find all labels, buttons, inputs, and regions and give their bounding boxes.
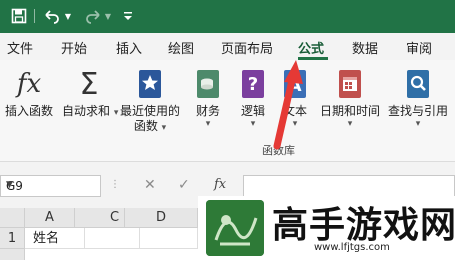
tab-file[interactable]: 文件 [7,38,33,57]
financial-button[interactable]: 财务 ▾ [188,68,228,129]
star-book-icon [118,68,182,100]
customize-icon[interactable] [122,7,134,25]
column-header-b[interactable] [75,208,105,228]
svg-text:A: A [288,76,302,96]
row-header-2[interactable] [0,249,25,260]
logical-label: 逻辑 [240,104,265,118]
cell-c1[interactable] [85,228,140,249]
tab-home[interactable]: 开始 [61,38,87,57]
tab-draw[interactable]: 绘图 [168,38,194,57]
name-box-dropdown-icon[interactable]: ▼ [6,180,95,190]
watermark-url: www.lfjtgs.com [314,242,390,253]
formula-input[interactable] [243,175,455,197]
cell-d1[interactable] [140,228,198,249]
tab-page-layout[interactable]: 页面布局 [221,38,273,57]
watermark-title: 高手游戏网 [272,205,455,246]
search-book-icon [386,68,450,100]
calendar-book-icon [318,68,382,100]
datetime-button[interactable]: 日期和时间 ▾ [318,68,382,129]
watermark-logo [206,200,264,256]
logical-button[interactable]: ? 逻辑 ▾ [234,68,272,129]
redo-icon[interactable] [84,7,102,25]
autosum-button[interactable]: Σ 自动求和 ▾ [62,66,119,119]
text-button[interactable]: A 文本 ▾ [276,68,314,129]
ribbon-tabs: 文件 开始 插入 绘图 页面布局 公式 数据 审阅 [0,33,455,60]
lookup-button[interactable]: 查找与引用 ▾ [386,68,450,129]
logical-dropdown-icon: ▾ [250,119,256,129]
financial-label: 财务 [195,104,220,118]
autosum-label: 自动求和 ▾ [62,104,119,118]
tab-data[interactable]: 数据 [352,38,378,57]
question-book-icon: ? [234,68,272,100]
money-book-icon [188,68,228,100]
title-bar: ▼ ▼ [0,0,455,33]
name-box[interactable]: G9 ▼ [0,175,101,197]
datetime-dropdown-icon: ▾ [347,119,353,129]
enter-icon[interactable]: ✓ [178,177,190,193]
column-header-a[interactable]: A [25,208,75,228]
financial-dropdown-icon: ▾ [205,119,211,129]
text-dropdown-icon: ▾ [292,119,298,129]
svg-text:?: ? [248,74,258,95]
fx-icon: fx [16,69,42,99]
redo-dropdown-icon[interactable]: ▼ [104,7,112,25]
undo-dropdown-icon[interactable]: ▼ [64,7,72,25]
tab-insert[interactable]: 插入 [116,38,142,57]
row-header-1[interactable]: 1 [0,228,25,249]
watermark: 高手游戏网 www.lfjtgs.com [198,196,455,260]
formula-bar-grip-icon: ⋮ [110,179,120,190]
ribbon-panel: fx 插入函数 Σ 自动求和 ▾ 最近使用的 函数 ▾ 财务 ▾ ? 逻辑 ▾ … [0,60,455,162]
recent-functions-label-2: 函数 ▾ [133,119,167,133]
text-label: 文本 [282,104,307,118]
column-header-c[interactable]: C [105,208,125,228]
cell-a1[interactable]: 姓名 [25,228,85,249]
tab-review[interactable]: 审阅 [406,38,432,57]
insert-function-button[interactable]: fx 插入函数 [2,68,56,119]
column-header-d[interactable]: D [125,208,198,228]
sigma-icon: Σ [79,66,99,102]
quick-access-separator [34,9,35,23]
insert-function-fx-icon[interactable]: fx [214,177,226,192]
undo-icon[interactable] [42,7,62,25]
function-library-group-label: 函数库 [262,144,295,157]
text-book-icon: A [276,68,314,100]
cancel-icon[interactable]: ✕ [144,177,156,193]
recent-functions-label: 最近使用的 [119,104,180,118]
tab-formulas[interactable]: 公式 [298,38,324,57]
select-all-corner[interactable] [0,208,25,228]
insert-function-label: 插入函数 [4,104,53,118]
datetime-label: 日期和时间 [319,104,380,118]
save-icon[interactable] [10,7,28,25]
recent-functions-button[interactable]: 最近使用的 函数 ▾ [118,68,182,134]
lookup-label: 查找与引用 [387,104,448,118]
lookup-dropdown-icon: ▾ [415,119,421,129]
